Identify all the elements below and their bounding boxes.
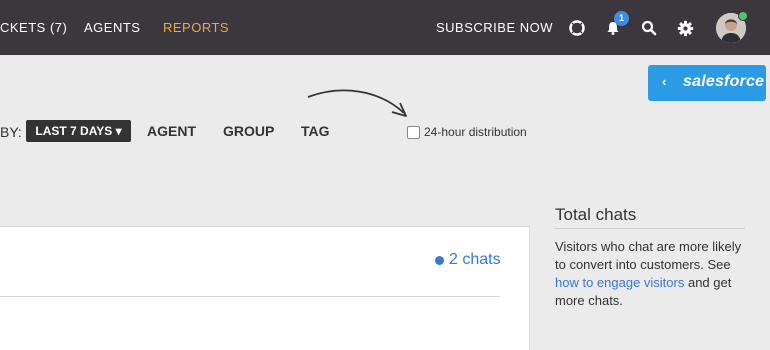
divider	[555, 228, 745, 229]
top-navigation-bar: CKETS (7) AGENTS REPORTS SUBSCRIBE NOW 1	[0, 0, 770, 55]
distribution-checkbox[interactable]	[407, 126, 420, 139]
lifebuoy-icon[interactable]	[565, 16, 589, 40]
chats-legend-label[interactable]: 2 chats	[449, 251, 501, 269]
chart-card	[0, 226, 530, 350]
legend-dot	[435, 256, 444, 265]
nav-agents[interactable]: AGENTS	[84, 20, 140, 35]
chart-gridline	[0, 296, 500, 297]
hint-arrow-icon	[307, 89, 407, 117]
notification-badge: 1	[614, 11, 629, 26]
online-status-dot	[738, 11, 748, 21]
engage-visitors-link[interactable]: how to engage visitors	[555, 275, 684, 290]
group-by-agent[interactable]: AGENT	[147, 123, 196, 139]
nav-reports[interactable]: REPORTS	[163, 20, 229, 35]
chevron-left-icon: ‹	[662, 74, 667, 89]
salesforce-button[interactable]: ‹ salesforce	[648, 65, 766, 101]
date-range-dropdown[interactable]: LAST 7 DAYS ▾	[26, 120, 131, 142]
nav-tickets[interactable]: CKETS (7)	[0, 20, 67, 35]
search-icon[interactable]	[637, 16, 661, 40]
gear-icon[interactable]	[673, 16, 697, 40]
description-text: Visitors who chat are more likely to con…	[555, 239, 742, 272]
group-by-group[interactable]: GROUP	[223, 123, 274, 139]
group-by-tag[interactable]: TAG	[301, 123, 330, 139]
total-chats-title: Total chats	[555, 205, 637, 224]
distribution-label[interactable]: 24-hour distribution	[424, 125, 527, 139]
subscribe-now-link[interactable]: SUBSCRIBE NOW	[436, 20, 553, 35]
total-chats-description: Visitors who chat are more likely to con…	[555, 238, 755, 310]
salesforce-logo: salesforce	[683, 73, 765, 90]
group-by-label: BY:	[0, 124, 22, 140]
